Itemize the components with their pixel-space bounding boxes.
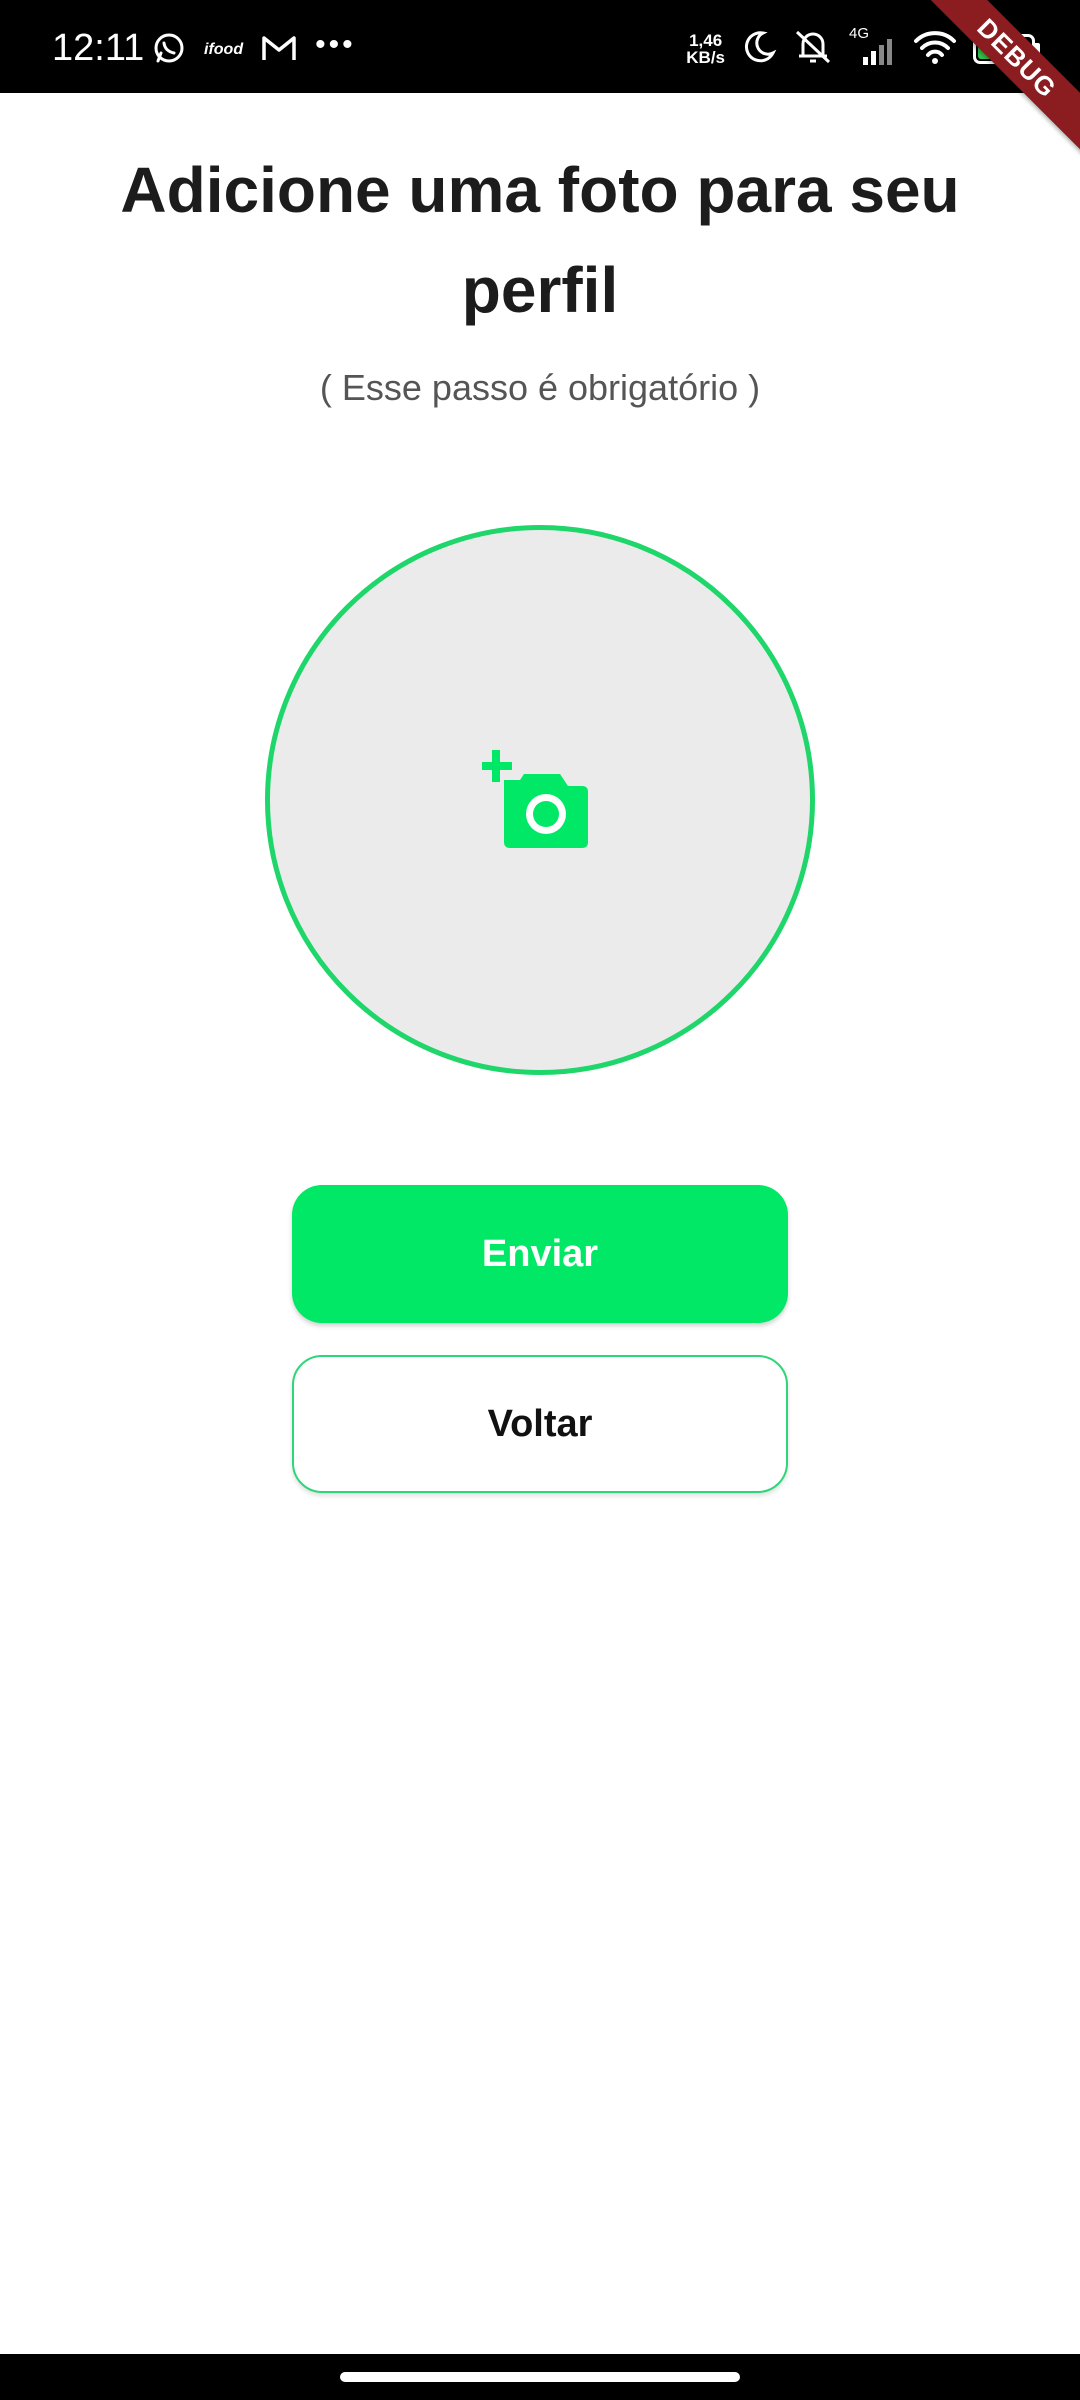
submit-button[interactable]: Enviar: [292, 1185, 788, 1323]
page-subtitle: ( Esse passo é obrigatório ): [319, 367, 761, 408]
whatsapp-icon: [152, 31, 186, 70]
profile-photo-picker[interactable]: [265, 525, 815, 1075]
mobile-signal: 4G: [849, 25, 897, 69]
network-speed: 1,46 KB/s: [686, 32, 725, 66]
home-indicator[interactable]: [340, 2372, 740, 2382]
page-title: Adicione uma foto para seu perfil: [120, 154, 960, 326]
status-bar: 12:11 ifood ••• 1,46 KB/s 4G DEBUG: [0, 0, 1080, 161]
gmail-icon: [261, 33, 297, 68]
more-dots-icon: •••: [315, 28, 356, 61]
moon-icon: [741, 29, 777, 70]
mute-bell-icon: [793, 28, 833, 71]
status-time: 12:11: [52, 27, 145, 69]
network-speed-unit: KB/s: [686, 48, 725, 67]
ifood-icon: ifood: [204, 41, 244, 58]
add-photo-camera-icon: [482, 750, 588, 848]
profile-photo-screen: 12:11 ifood ••• 1,46 KB/s 4G DEBUG Adici…: [0, 0, 1080, 2400]
signal-icon: [863, 39, 892, 65]
navigation-bar: [0, 2354, 1080, 2400]
network-speed-value: 1,46: [689, 31, 723, 50]
back-button[interactable]: Voltar: [292, 1355, 788, 1493]
notification-icons: ifood •••: [152, 28, 356, 72]
wifi-icon: [913, 29, 957, 70]
